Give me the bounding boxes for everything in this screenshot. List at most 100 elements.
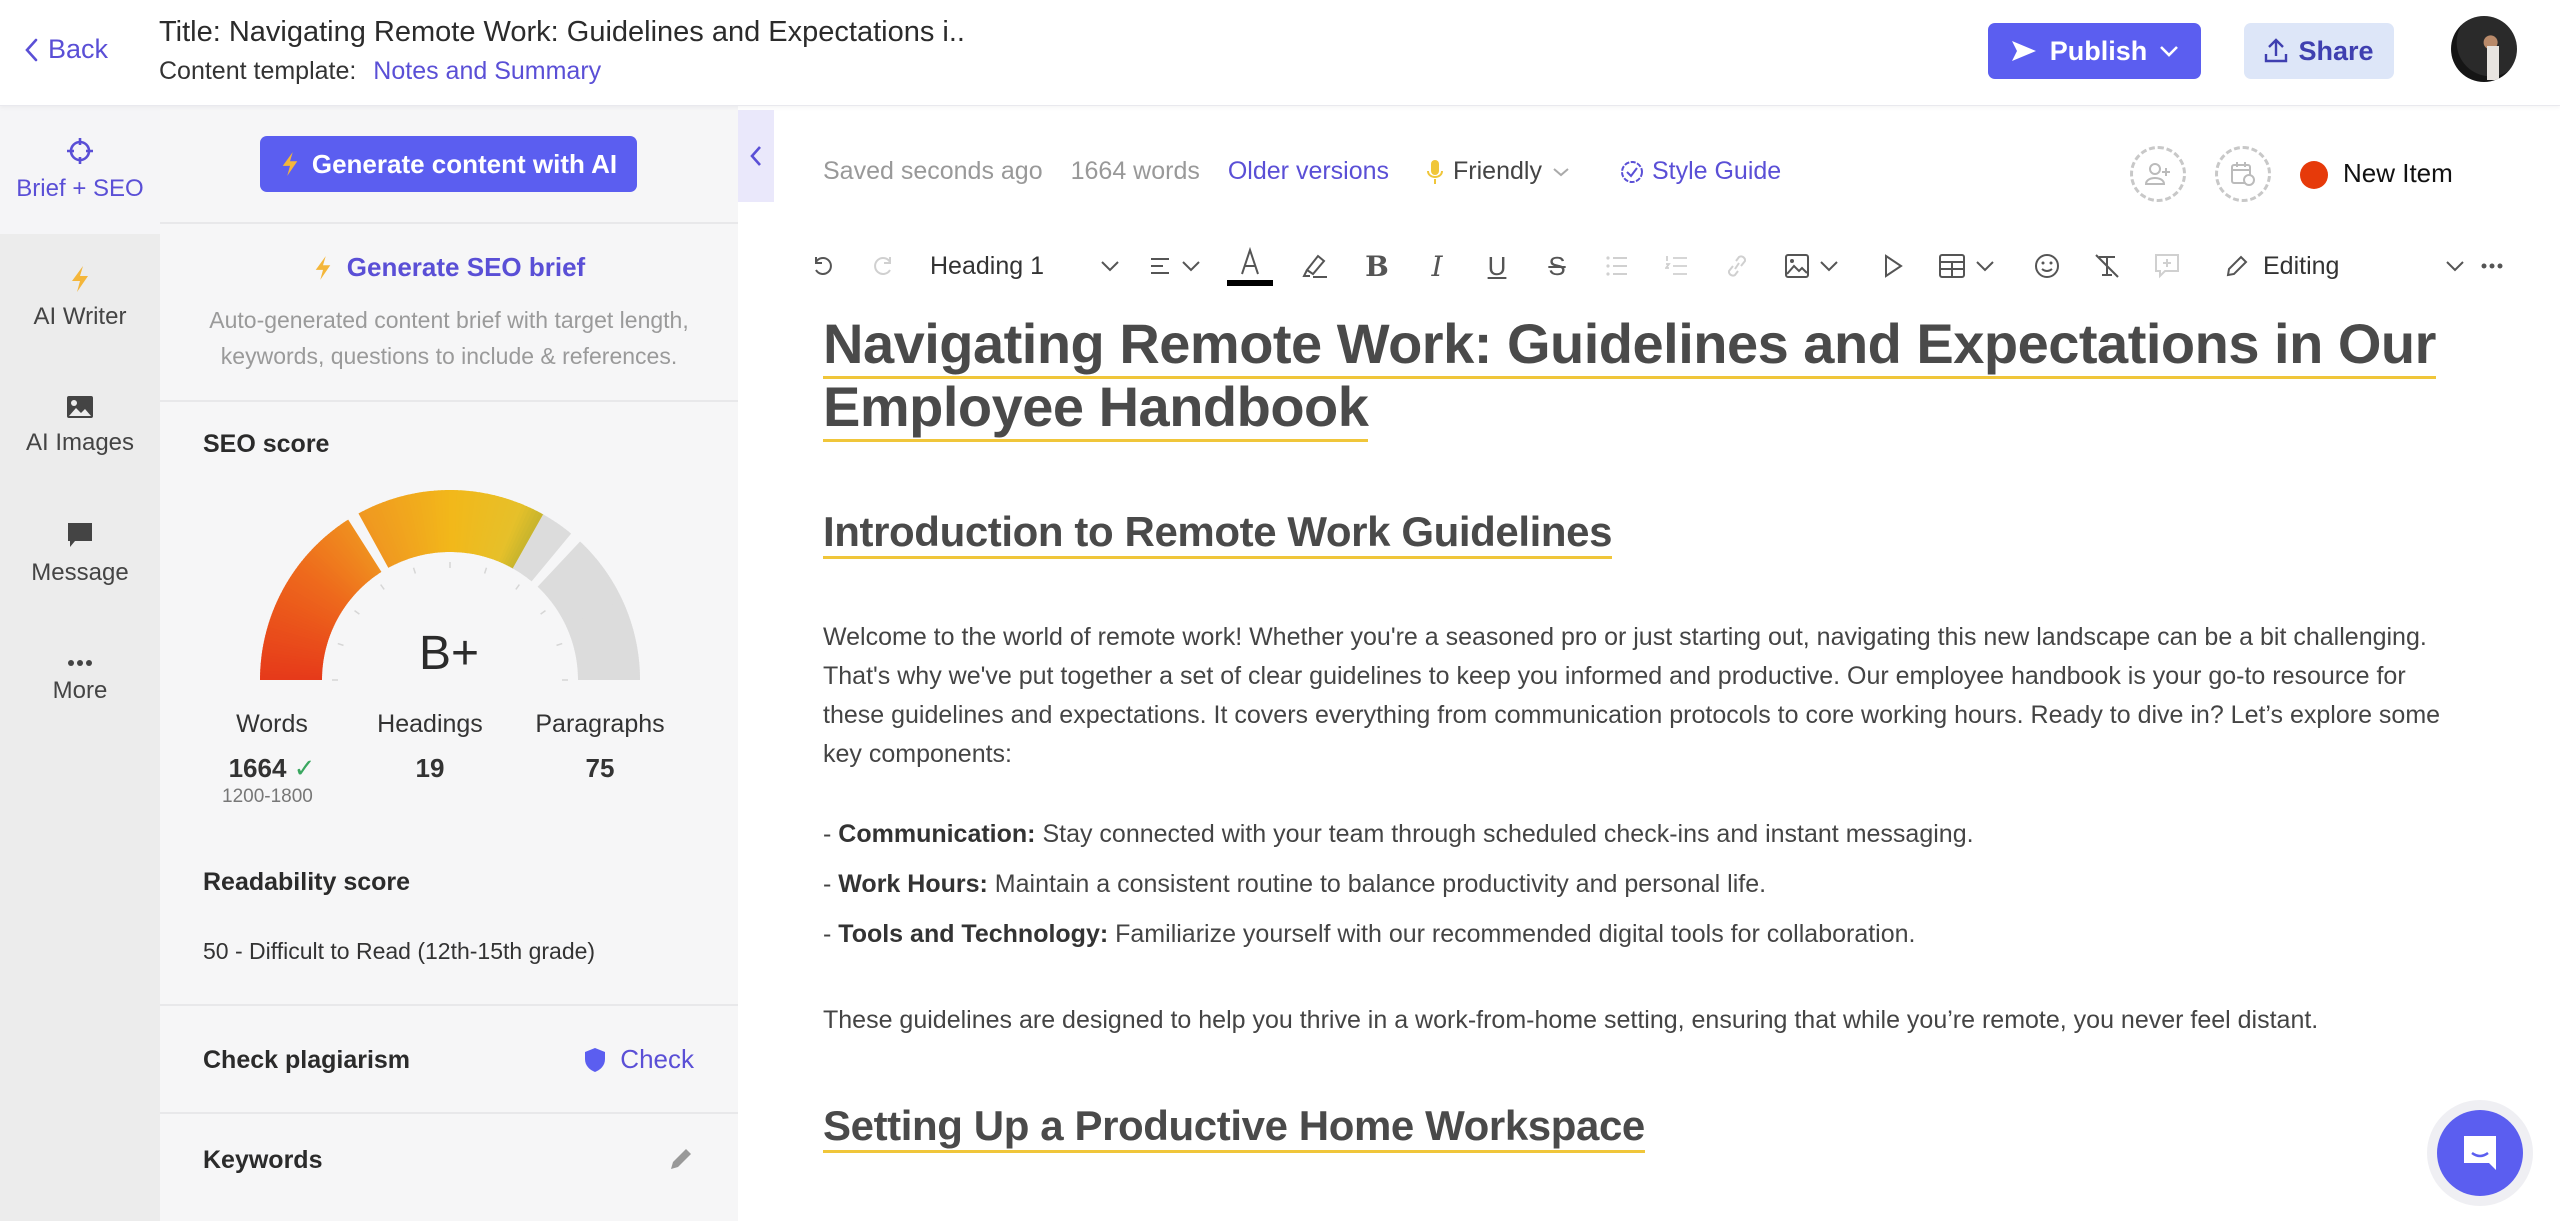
stat-value: 19 [415, 753, 445, 783]
chevron-down-icon [1182, 261, 1200, 272]
insert-table-dropdown[interactable] [1932, 244, 2002, 288]
back-button[interactable]: Back [24, 34, 108, 65]
section-heading[interactable]: Introduction to Remote Work Guidelines [823, 508, 2463, 559]
word-count: 1664 words [1070, 157, 1200, 185]
plagiarism-label: Check plagiarism [203, 1046, 411, 1074]
top-bar: Back Title: Navigating Remote Work: Guid… [0, 0, 2560, 106]
seo-grade: B+ [418, 627, 480, 680]
comment-add-icon [2155, 254, 2179, 279]
bullet-text: Familiarize yourself with our recommende… [1108, 920, 1916, 948]
add-comment-button[interactable] [2147, 244, 2187, 288]
generate-content-ai-button[interactable]: Generate content with AI [260, 136, 637, 192]
highlight-button[interactable] [1295, 244, 1335, 288]
document-heading-1[interactable]: Navigating Remote Work: Guidelines and E… [823, 312, 2463, 442]
template-label: Content template: [159, 57, 357, 85]
rail-label: AI Images [25, 429, 135, 456]
template-line: Content template: Notes and Summary [159, 57, 965, 86]
generate-seo-brief-button[interactable]: Generate SEO brief [160, 252, 738, 283]
link-button[interactable] [1717, 244, 1757, 288]
readability-value: 50 - Difficult to Read (12th-15th grade) [203, 938, 596, 964]
italic-button[interactable]: I [1417, 244, 1457, 288]
bullet-list: - Communication: Stay connected with you… [823, 820, 2463, 949]
chat-support-button[interactable] [2437, 1110, 2523, 1196]
older-versions-link[interactable]: Older versions [1228, 157, 1389, 186]
share-button[interactable]: Share [2244, 23, 2394, 79]
clear-formatting-button[interactable] [2087, 244, 2127, 288]
align-dropdown[interactable] [1140, 244, 1210, 288]
template-link[interactable]: Notes and Summary [373, 57, 601, 85]
check-plagiarism-button[interactable]: Check [584, 1044, 694, 1075]
words-value: 1664 [228, 753, 287, 783]
lightning-icon [315, 255, 331, 280]
edit-keywords-button[interactable] [668, 1146, 694, 1172]
chevron-down-icon [2160, 46, 2179, 57]
insert-video-button[interactable] [1873, 244, 1913, 288]
mode-dropdown[interactable]: Editing [2225, 244, 2465, 288]
section-heading[interactable]: Setting Up a Productive Home Workspace [823, 1102, 2463, 1153]
rail-label: More [52, 677, 108, 704]
pencil-icon [2226, 255, 2248, 277]
undo-button[interactable] [805, 244, 841, 288]
more-dots-icon [2481, 263, 2503, 269]
style-guide-label: Style Guide [1651, 157, 1782, 185]
rail-label: Message [31, 559, 129, 586]
title-block: Title: Navigating Remote Work: Guideline… [159, 16, 965, 86]
closing-paragraph[interactable]: These guidelines are designed to help yo… [823, 1001, 2463, 1040]
document-title[interactable]: Title: Navigating Remote Work: Guideline… [159, 16, 965, 49]
rail-item-brief-seo[interactable]: Brief + SEO [0, 106, 160, 234]
emoji-button[interactable] [2027, 244, 2067, 288]
chevron-down-icon [1101, 261, 1119, 272]
words-target-range: 1200-1800 [222, 786, 313, 807]
insert-image-dropdown[interactable] [1777, 244, 1847, 288]
numbered-list-button[interactable] [1657, 244, 1697, 288]
document-body[interactable]: Navigating Remote Work: Guidelines and E… [823, 312, 2463, 1153]
rail-item-message[interactable]: Message [0, 490, 160, 618]
gauge-tick [412, 567, 417, 574]
intro-paragraph[interactable]: Welcome to the world of remote work! Whe… [823, 618, 2463, 774]
chevron-down-icon [2446, 261, 2464, 272]
divider [160, 1112, 738, 1114]
assign-user-button[interactable] [2130, 146, 2186, 202]
add-user-icon [2144, 163, 2170, 185]
seo-brief-label: Generate SEO brief [346, 252, 586, 282]
publish-button[interactable]: Publish [1988, 23, 2201, 79]
bullet-item[interactable]: - Communication: Stay connected with you… [823, 820, 2463, 849]
link-icon [1727, 255, 1747, 277]
publish-label: Publish [2049, 35, 2148, 66]
bullet-term: Tools and Technology: [838, 920, 1109, 948]
bullet-term: Communication: [838, 820, 1036, 848]
divider [160, 222, 738, 224]
block-type-dropdown[interactable]: Heading 1 [930, 244, 1120, 288]
underline-button[interactable]: U [1477, 244, 1517, 288]
set-due-date-button[interactable] [2215, 146, 2271, 202]
gauge-tick [483, 567, 488, 574]
tone-dropdown[interactable]: Friendly [1427, 157, 1570, 186]
emoji-icon [2035, 254, 2059, 278]
highlighter-icon [1302, 254, 1327, 278]
bold-button[interactable]: B [1357, 244, 1397, 288]
strikethrough-icon: S [1548, 250, 1566, 281]
style-guide-button[interactable]: Style Guide [1620, 157, 1781, 186]
bullet-list-button[interactable] [1597, 244, 1637, 288]
rail-item-ai-writer[interactable]: AI Writer [0, 234, 160, 362]
table-icon [1939, 254, 1965, 278]
share-label: Share [2298, 35, 2374, 66]
text-color-button[interactable] [1225, 244, 1275, 288]
redo-button[interactable] [865, 244, 901, 288]
image-icon [67, 396, 93, 418]
heading-text: Setting Up a Productive Home Workspace [823, 1102, 1645, 1153]
more-options-button[interactable] [2477, 244, 2507, 288]
saved-status: Saved seconds ago [823, 157, 1043, 185]
user-avatar[interactable] [2451, 16, 2517, 82]
rail-item-more[interactable]: More [0, 618, 160, 746]
strikethrough-button[interactable]: S [1537, 244, 1577, 288]
status-label[interactable]: New Item [2343, 158, 2453, 189]
bullet-item[interactable]: - Tools and Technology: Familiarize your… [823, 920, 2463, 949]
upload-icon [2265, 38, 2288, 63]
bold-icon: B [1365, 249, 1389, 283]
collapse-panel-button[interactable] [738, 110, 774, 202]
bullet-item[interactable]: - Work Hours: Maintain a consistent rout… [823, 870, 2463, 899]
underline-icon: U [1487, 250, 1507, 281]
rail-item-ai-images[interactable]: AI Images [0, 362, 160, 490]
chevron-down-icon [1820, 261, 1838, 272]
